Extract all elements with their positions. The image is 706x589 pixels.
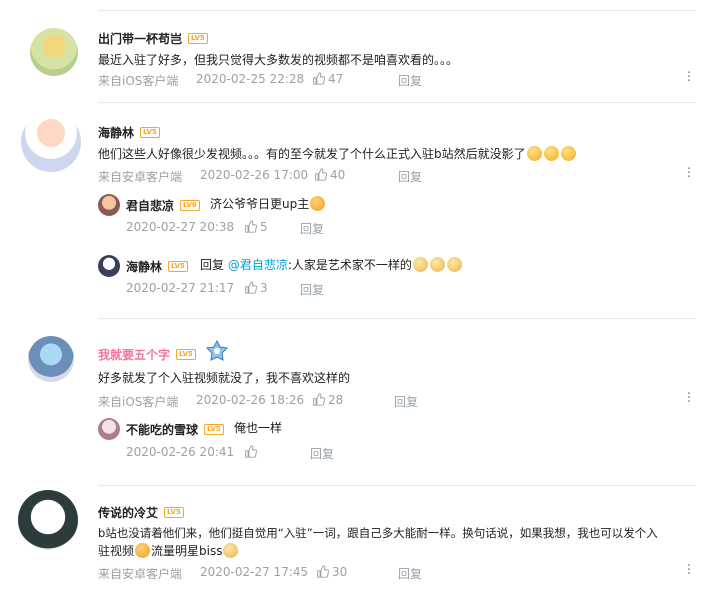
reply-button[interactable]: 回复 <box>300 281 324 298</box>
comment-text: 他们这些人好像很少发视频。。。有的至今就发了个什么正式入驻b站然后就没影了 <box>98 147 526 161</box>
thumbs-up-icon <box>315 168 328 181</box>
comment-source: 来自安卓客户端 <box>98 170 183 184</box>
thumbs-up-icon <box>313 72 326 85</box>
level-badge: LV5 <box>204 424 224 435</box>
reply-text: 济公爷爷日更up主 <box>210 197 310 211</box>
thumbs-up-icon <box>317 565 330 578</box>
emoji-icon <box>135 543 151 558</box>
level-badge: LV6 <box>180 200 200 211</box>
reply-text: :人家是艺术家不一样的 <box>287 258 412 272</box>
level-badge: LV5 <box>188 33 208 44</box>
comment-text: 最近入驻了好多，但我只觉得大多数发的视频都不是咱喜欢看的。。。 <box>98 53 459 67</box>
more-vertical-icon[interactable]: · · · <box>686 163 692 184</box>
user-avatar[interactable] <box>28 336 74 382</box>
like-button[interactable] <box>244 445 260 459</box>
comment-username[interactable]: 我就要五个字 <box>98 346 170 363</box>
emoji-icon <box>446 257 462 272</box>
emoji-icon <box>543 146 559 161</box>
comment-source: 来自iOS客户端 <box>98 74 179 88</box>
emoji-icon <box>526 146 542 161</box>
reply-button[interactable]: 回复 <box>398 168 422 185</box>
level-badge: LV5 <box>176 349 196 360</box>
user-avatar[interactable] <box>21 112 81 172</box>
comment-text-line: 他们这些人好像很少发视频。。。有的至今就发了个什么正式入驻b站然后就没影了 <box>98 144 577 164</box>
like-button[interactable]: 40 <box>314 168 345 182</box>
comment-divider <box>98 485 696 486</box>
more-vertical-icon[interactable]: · · · <box>686 388 692 409</box>
reply-button[interactable]: 回复 <box>310 445 334 462</box>
thumbs-up-icon <box>245 445 258 458</box>
reply-text: 俺也一样 <box>234 421 283 435</box>
comment-source: 来自安卓客户端 <box>98 567 183 581</box>
reply-username[interactable]: 不能吃的雪球 <box>126 421 198 438</box>
level-badge: LV5 <box>140 127 160 138</box>
like-count: 30 <box>332 565 348 579</box>
comment-time: 2020-02-26 17:00 <box>200 168 309 182</box>
comment-text: 流量明星biss <box>151 544 223 558</box>
more-vertical-icon[interactable]: · · · <box>686 67 692 88</box>
user-avatar[interactable] <box>18 490 78 550</box>
thumbs-up-icon <box>245 281 258 294</box>
emoji-icon <box>223 543 239 558</box>
reply-text-line: 济公爷爷日更up主 <box>210 194 326 214</box>
reply-button[interactable]: 回复 <box>398 72 422 89</box>
like-count: 47 <box>328 72 344 86</box>
like-button[interactable]: 47 <box>312 72 343 86</box>
like-button[interactable]: 5 <box>244 220 268 234</box>
emoji-icon <box>412 257 428 272</box>
comment-username[interactable]: 出门带一杯苟岂 <box>98 30 182 47</box>
fan-badge-icon <box>204 339 230 362</box>
user-avatar[interactable] <box>30 28 78 76</box>
reply-time: 2020-02-27 20:38 <box>126 220 235 234</box>
reply-button[interactable]: 回复 <box>398 565 422 582</box>
comment-time: 2020-02-27 17:45 <box>200 565 309 579</box>
like-button[interactable]: 28 <box>312 393 343 407</box>
comment-text: b站也没请着他们来，他们挺自觉用“入驻”一词，跟自己多大能耐一样。换句话说，如果… <box>98 526 658 540</box>
like-count: 5 <box>260 220 268 234</box>
reply-avatar[interactable] <box>98 255 120 277</box>
comment-username[interactable]: 传说的冷艾 <box>98 504 158 521</box>
emoji-icon <box>560 146 576 161</box>
emoji-icon <box>310 196 326 211</box>
comment-time: 2020-02-25 22:28 <box>196 72 305 86</box>
comment-username[interactable]: 海静林 <box>98 124 134 141</box>
reply-time: 2020-02-26 20:41 <box>126 445 235 459</box>
thumbs-up-icon <box>245 220 258 233</box>
emoji-icon <box>429 257 445 272</box>
reply-time: 2020-02-27 21:17 <box>126 281 235 295</box>
comment-text: 好多就发了个入驻视频就没了，我不喜欢这样的 <box>98 371 351 385</box>
more-vertical-icon[interactable]: · · · <box>686 560 692 581</box>
level-badge: LV5 <box>164 507 184 518</box>
reply-avatar[interactable] <box>98 418 120 440</box>
comment-divider <box>98 10 696 11</box>
level-badge: LV5 <box>168 261 188 272</box>
reply-username[interactable]: 海静林 <box>126 258 162 275</box>
comment-text-line: 驻视频 流量明星biss <box>98 541 239 561</box>
comment-source: 来自iOS客户端 <box>98 395 179 409</box>
reply-button[interactable]: 回复 <box>300 220 324 237</box>
like-count: 28 <box>328 393 344 407</box>
comment-time: 2020-02-26 18:26 <box>196 393 305 407</box>
reply-prefix: 回复 <box>200 258 225 272</box>
mention-link[interactable]: @君自悲凉 <box>228 258 288 272</box>
reply-text-line: 回复 @君自悲凉:人家是艺术家不一样的 <box>200 255 463 275</box>
comment-divider <box>98 102 696 103</box>
reply-username[interactable]: 君自悲凉 <box>126 197 174 214</box>
like-button[interactable]: 3 <box>244 281 268 295</box>
comment-divider <box>98 318 696 319</box>
like-count: 40 <box>330 168 346 182</box>
thumbs-up-icon <box>313 393 326 406</box>
reply-button[interactable]: 回复 <box>394 393 418 410</box>
like-count: 3 <box>260 281 268 295</box>
like-button[interactable]: 30 <box>316 565 347 579</box>
comment-text: 驻视频 <box>98 544 135 558</box>
reply-avatar[interactable] <box>98 194 120 216</box>
